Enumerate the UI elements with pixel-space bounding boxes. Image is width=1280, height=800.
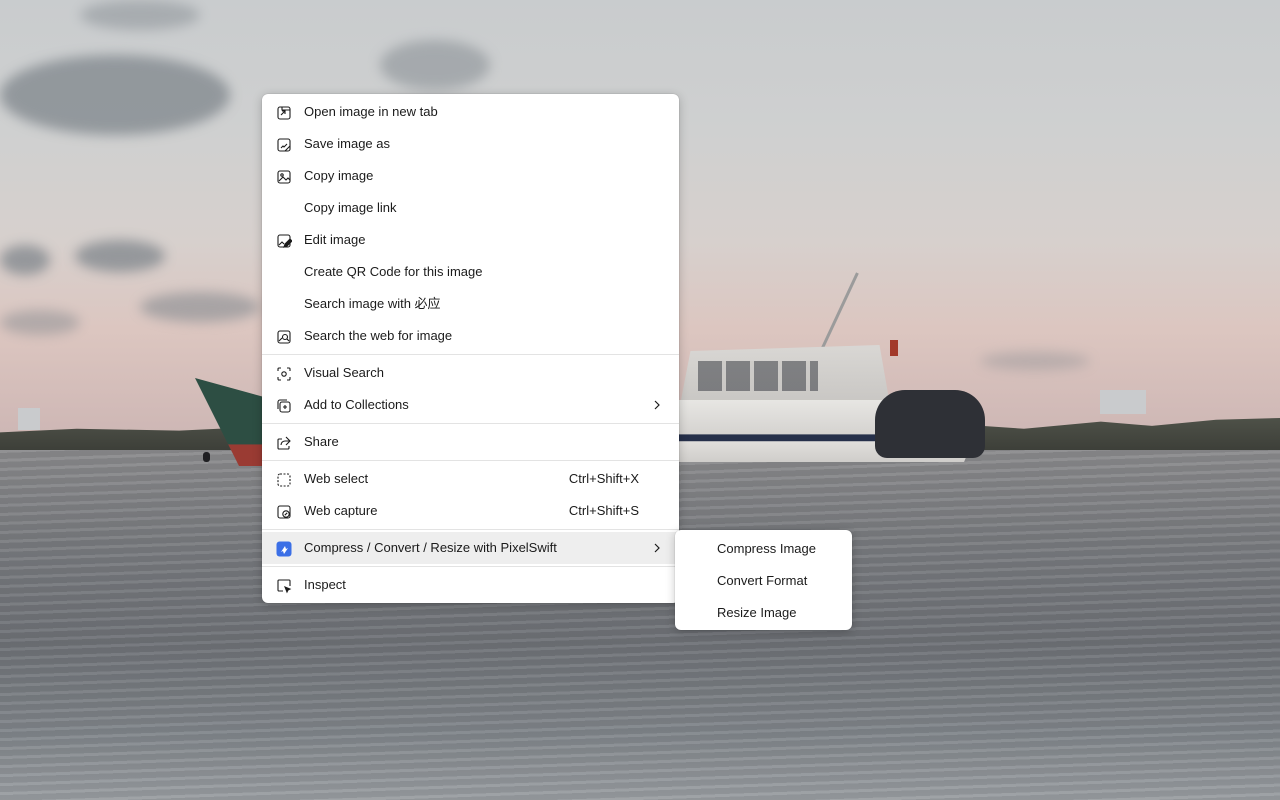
- menu-item-add-to-collections[interactable]: Add to Collections: [262, 389, 679, 421]
- inspect-icon: [275, 577, 292, 594]
- buoy: [203, 452, 210, 462]
- menu-item-label: Open image in new tab: [304, 104, 438, 119]
- menu-separator: [262, 529, 679, 530]
- menu-item-web-capture[interactable]: Web capture Ctrl+Shift+S: [262, 495, 679, 527]
- pixelswift-submenu: Compress Image Convert Format Resize Ima…: [675, 530, 852, 630]
- submenu-item-convert-format[interactable]: Convert Format: [675, 565, 852, 597]
- boat-engine: [875, 390, 985, 458]
- menu-item-label: Add to Collections: [304, 397, 409, 412]
- save-image-icon: [275, 136, 292, 153]
- menu-item-edit-image[interactable]: Edit image: [262, 224, 679, 256]
- submenu-item-resize-image[interactable]: Resize Image: [675, 597, 852, 629]
- search-web-image-icon: [275, 328, 292, 345]
- menu-item-label: Web capture: [304, 503, 378, 518]
- menu-item-label: Search the web for image: [304, 328, 453, 343]
- visual-search-icon: [275, 365, 292, 382]
- web-select-icon: [275, 471, 292, 488]
- collections-icon: [275, 397, 292, 414]
- menu-item-visual-search[interactable]: Visual Search: [262, 357, 679, 389]
- chevron-right-icon: [650, 398, 664, 412]
- edit-image-icon: [275, 232, 292, 249]
- cloud: [0, 310, 80, 335]
- menu-item-share[interactable]: Share: [262, 426, 679, 458]
- menu-item-copy-image-link[interactable]: Copy image link: [262, 192, 679, 224]
- building: [1100, 390, 1146, 414]
- menu-separator: [262, 566, 679, 567]
- menu-item-label: Visual Search: [304, 365, 384, 380]
- menu-separator: [262, 460, 679, 461]
- menu-item-label: Create QR Code for this image: [304, 264, 483, 279]
- menu-item-label: Copy image link: [304, 200, 397, 215]
- context-menu: Open image in new tab Save image as Copy…: [262, 94, 679, 603]
- web-capture-icon: [275, 503, 292, 520]
- open-in-new-tab-icon: [275, 104, 292, 121]
- menu-item-web-select[interactable]: Web select Ctrl+Shift+X: [262, 463, 679, 495]
- cloud: [380, 40, 490, 90]
- menu-item-label: Edit image: [304, 232, 366, 247]
- menu-item-label: Copy image: [304, 168, 374, 183]
- copy-image-icon: [275, 168, 292, 185]
- menu-item-label: Save image as: [304, 136, 390, 151]
- menu-item-pixelswift[interactable]: Compress / Convert / Resize with PixelSw…: [262, 532, 679, 564]
- cloud: [980, 352, 1090, 370]
- menu-item-create-qr-code[interactable]: Create QR Code for this image: [262, 256, 679, 288]
- shortcut-web-capture: Ctrl+Shift+S: [568, 503, 639, 518]
- shortcut-web-select: Ctrl+Shift+X: [568, 471, 639, 486]
- share-icon: [275, 434, 292, 451]
- menu-item-label: Search image with 必应: [304, 296, 441, 311]
- menu-separator: [262, 354, 679, 355]
- menu-item-search-image-with-bing[interactable]: Search image with 必应: [262, 288, 679, 320]
- menu-item-label: Share: [304, 434, 339, 449]
- chevron-right-icon: [650, 541, 664, 555]
- cloud: [80, 0, 200, 30]
- cloud: [0, 55, 230, 135]
- boat-cabin: [680, 345, 890, 405]
- cloud: [140, 292, 260, 322]
- cloud: [75, 240, 165, 272]
- menu-separator: [262, 423, 679, 424]
- menu-item-label: Compress / Convert / Resize with PixelSw…: [304, 540, 557, 555]
- menu-item-label: Inspect: [304, 577, 346, 592]
- pixelswift-extension-icon: [275, 540, 292, 557]
- building: [18, 408, 40, 430]
- menu-item-inspect[interactable]: Inspect: [262, 569, 679, 601]
- menu-item-open-image-new-tab[interactable]: Open image in new tab: [262, 96, 679, 128]
- menu-item-label: Web select: [304, 471, 369, 486]
- cloud: [0, 245, 50, 275]
- menu-item-save-image-as[interactable]: Save image as: [262, 128, 679, 160]
- boat-flag: [890, 340, 898, 356]
- submenu-item-compress-image[interactable]: Compress Image: [675, 533, 852, 565]
- menu-item-search-web-for-image[interactable]: Search the web for image: [262, 320, 679, 352]
- menu-item-copy-image[interactable]: Copy image: [262, 160, 679, 192]
